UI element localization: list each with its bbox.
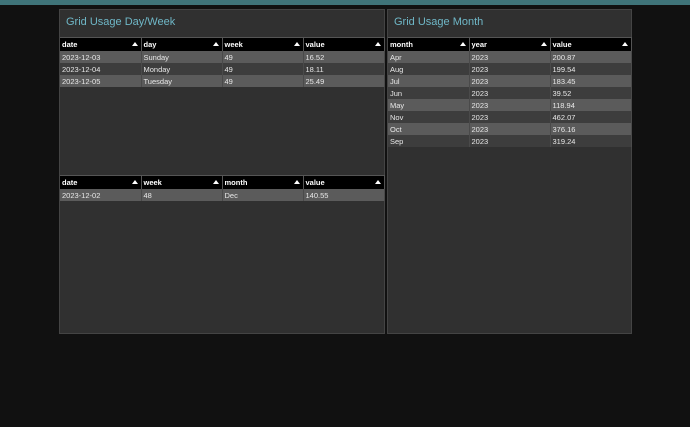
table-cell-week: 49: [222, 63, 304, 75]
table-row[interactable]: Jun 2023 39.52: [388, 87, 632, 99]
day-usage-table: date day week value 2023-12-03 Sunday 49 16.52…: [60, 37, 385, 87]
column-header-month[interactable]: month: [222, 175, 304, 189]
table-cell-year: 2023: [469, 75, 551, 87]
sort-asc-icon[interactable]: [374, 42, 381, 46]
sort-asc-icon[interactable]: [131, 42, 138, 46]
table-cell-week: 49: [222, 75, 304, 87]
table-cell-value: 16.52: [303, 51, 385, 63]
sort-asc-icon[interactable]: [212, 180, 219, 184]
table-cell-date: 2023-12-04: [60, 63, 142, 75]
column-header-label: date: [62, 178, 78, 187]
table-cell-month: Jul: [388, 75, 470, 87]
table-cell-value: 319.24: [550, 135, 632, 147]
table-cell-day: Monday: [141, 63, 223, 75]
table-cell-month: May: [388, 99, 470, 111]
table-cell-date: 2023-12-03: [60, 51, 142, 63]
table-cell-year: 2023: [469, 111, 551, 123]
table-cell-value: 376.16: [550, 123, 632, 135]
column-header-label: value: [305, 178, 325, 187]
table-cell-month: Aug: [388, 63, 470, 75]
sort-asc-icon[interactable]: [459, 42, 466, 46]
column-header-label: week: [224, 40, 243, 49]
table-row[interactable]: 2023-12-05 Tuesday 49 25.49: [60, 75, 385, 87]
column-header-year[interactable]: year: [469, 37, 551, 51]
table-row[interactable]: Sep 2023 319.24: [388, 135, 632, 147]
table-cell-month: Jun: [388, 87, 470, 99]
table-cell-value: 25.49: [303, 75, 385, 87]
table-cell-value: 18.11: [303, 63, 385, 75]
column-header-value[interactable]: value: [303, 37, 385, 51]
table-cell-value: 118.94: [550, 99, 632, 111]
table-cell-date: 2023-12-02: [60, 189, 142, 201]
table-cell-year: 2023: [469, 87, 551, 99]
column-header-day[interactable]: day: [141, 37, 223, 51]
month-usage-table: month year value Apr 2023 200.87 Aug 2023 199.5…: [388, 37, 632, 147]
table-row[interactable]: Jul 2023 183.45: [388, 75, 632, 87]
panel-day-week: Grid Usage Day/Week date day week value 202…: [59, 9, 385, 334]
top-accent-bar: [0, 0, 690, 5]
column-header-label: month: [390, 40, 413, 49]
table-row[interactable]: Aug 2023 199.54: [388, 63, 632, 75]
sort-asc-icon[interactable]: [293, 180, 300, 184]
table-cell-month: Sep: [388, 135, 470, 147]
column-header-date[interactable]: date: [60, 37, 142, 51]
panel-title-month: Grid Usage Month: [394, 16, 484, 28]
table-row[interactable]: May 2023 118.94: [388, 99, 632, 111]
table-header-row: date day week value: [60, 37, 385, 51]
table-cell-year: 2023: [469, 51, 551, 63]
table-cell-value: 140.55: [303, 189, 385, 201]
table-cell-month: Nov: [388, 111, 470, 123]
table-row[interactable]: 2023-12-02 48 Dec 140.55: [60, 189, 385, 201]
column-header-date[interactable]: date: [60, 175, 142, 189]
column-header-label: month: [224, 178, 248, 187]
panel-title-day-week: Grid Usage Day/Week: [66, 16, 176, 28]
column-header-label: year: [471, 40, 487, 49]
sort-asc-icon[interactable]: [540, 42, 547, 46]
column-header-week[interactable]: week: [141, 175, 223, 189]
table-cell-day: Sunday: [141, 51, 223, 63]
column-header-value[interactable]: value: [550, 37, 632, 51]
table-cell-day: Tuesday: [141, 75, 223, 87]
table-cell-year: 2023: [469, 135, 551, 147]
column-header-label: value: [552, 40, 572, 49]
column-header-week[interactable]: week: [222, 37, 304, 51]
table-cell-value: 200.87: [550, 51, 632, 63]
table-cell-date: 2023-12-05: [60, 75, 142, 87]
panel-month: Grid Usage Month month year value Apr 2023 2…: [387, 9, 632, 334]
sort-asc-icon[interactable]: [131, 180, 138, 184]
table-row[interactable]: Apr 2023 200.87: [388, 51, 632, 63]
sort-asc-icon[interactable]: [293, 42, 300, 46]
table-cell-year: 2023: [469, 123, 551, 135]
sort-asc-icon[interactable]: [621, 42, 628, 46]
table-cell-year: 2023: [469, 99, 551, 111]
column-header-label: date: [62, 40, 78, 49]
column-header-label: day: [143, 40, 157, 49]
column-header-label: week: [143, 178, 162, 187]
table-header-row: date week month value: [60, 175, 385, 189]
table-cell-value: 39.52: [550, 87, 632, 99]
table-row[interactable]: Nov 2023 462.07: [388, 111, 632, 123]
table-cell-value: 199.54: [550, 63, 632, 75]
sort-asc-icon[interactable]: [374, 180, 381, 184]
week-usage-table: date week month value 2023-12-02 48 Dec 140.55: [60, 175, 385, 201]
sort-asc-icon[interactable]: [212, 42, 219, 46]
table-cell-value: 462.07: [550, 111, 632, 123]
table-row[interactable]: 2023-12-04 Monday 49 18.11: [60, 63, 385, 75]
table-row[interactable]: Oct 2023 376.16: [388, 123, 632, 135]
table-cell-year: 2023: [469, 63, 551, 75]
table-cell-month: Dec: [222, 189, 304, 201]
column-header-value[interactable]: value: [303, 175, 385, 189]
table-cell-month: Oct: [388, 123, 470, 135]
table-cell-week: 49: [222, 51, 304, 63]
column-header-label: value: [305, 40, 325, 49]
table-cell-week: 48: [141, 189, 223, 201]
column-header-month[interactable]: month: [388, 37, 470, 51]
table-cell-value: 183.45: [550, 75, 632, 87]
table-cell-month: Apr: [388, 51, 470, 63]
table-row[interactable]: 2023-12-03 Sunday 49 16.52: [60, 51, 385, 63]
table-header-row: month year value: [388, 37, 632, 51]
